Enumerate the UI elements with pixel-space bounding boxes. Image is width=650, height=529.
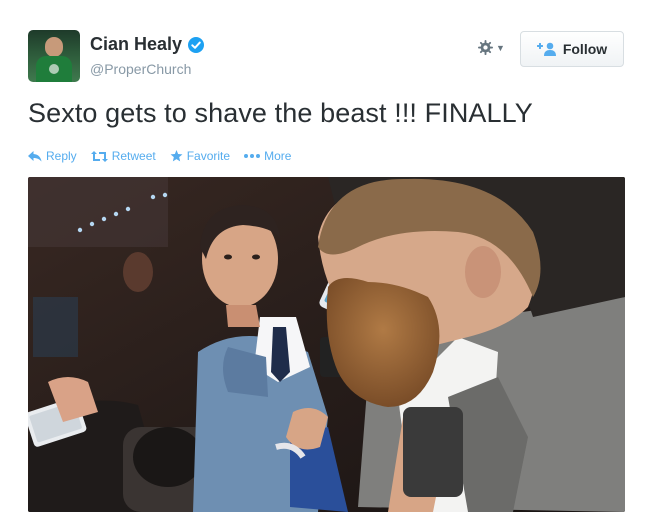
tweet-actions: Reply Retweet Favorite More (28, 149, 305, 163)
author-name-row[interactable]: Cian Healy (90, 34, 205, 55)
retweet-action[interactable]: Retweet (90, 149, 156, 163)
follow-button-label: Follow (562, 41, 608, 57)
user-actions-dropdown[interactable]: ▼ (478, 40, 505, 55)
chevron-down-icon: ▼ (496, 42, 505, 53)
retweet-icon (90, 150, 108, 162)
favorite-label: Favorite (186, 149, 231, 163)
verified-badge-icon (188, 36, 205, 53)
more-dots-icon (244, 154, 261, 158)
reply-icon (28, 150, 42, 162)
avatar[interactable] (28, 30, 80, 82)
tweet-text: Sexto gets to shave the beast !!! FINALL… (28, 98, 533, 128)
reply-label: Reply (46, 149, 77, 163)
gear-icon (478, 40, 493, 55)
tweet-photo[interactable] (28, 177, 625, 512)
author-block: Cian Healy @ProperChurch (90, 34, 205, 77)
more-action[interactable]: More (244, 149, 291, 163)
reply-action[interactable]: Reply (28, 149, 77, 163)
retweet-label: Retweet (111, 149, 156, 163)
star-icon (170, 150, 183, 162)
follow-button[interactable]: Follow (520, 31, 624, 67)
more-label: More (264, 149, 292, 163)
author-display-name[interactable]: Cian Healy (90, 34, 182, 55)
add-user-icon (536, 42, 556, 56)
author-handle[interactable]: @ProperChurch (90, 61, 204, 77)
favorite-action[interactable]: Favorite (170, 149, 230, 163)
